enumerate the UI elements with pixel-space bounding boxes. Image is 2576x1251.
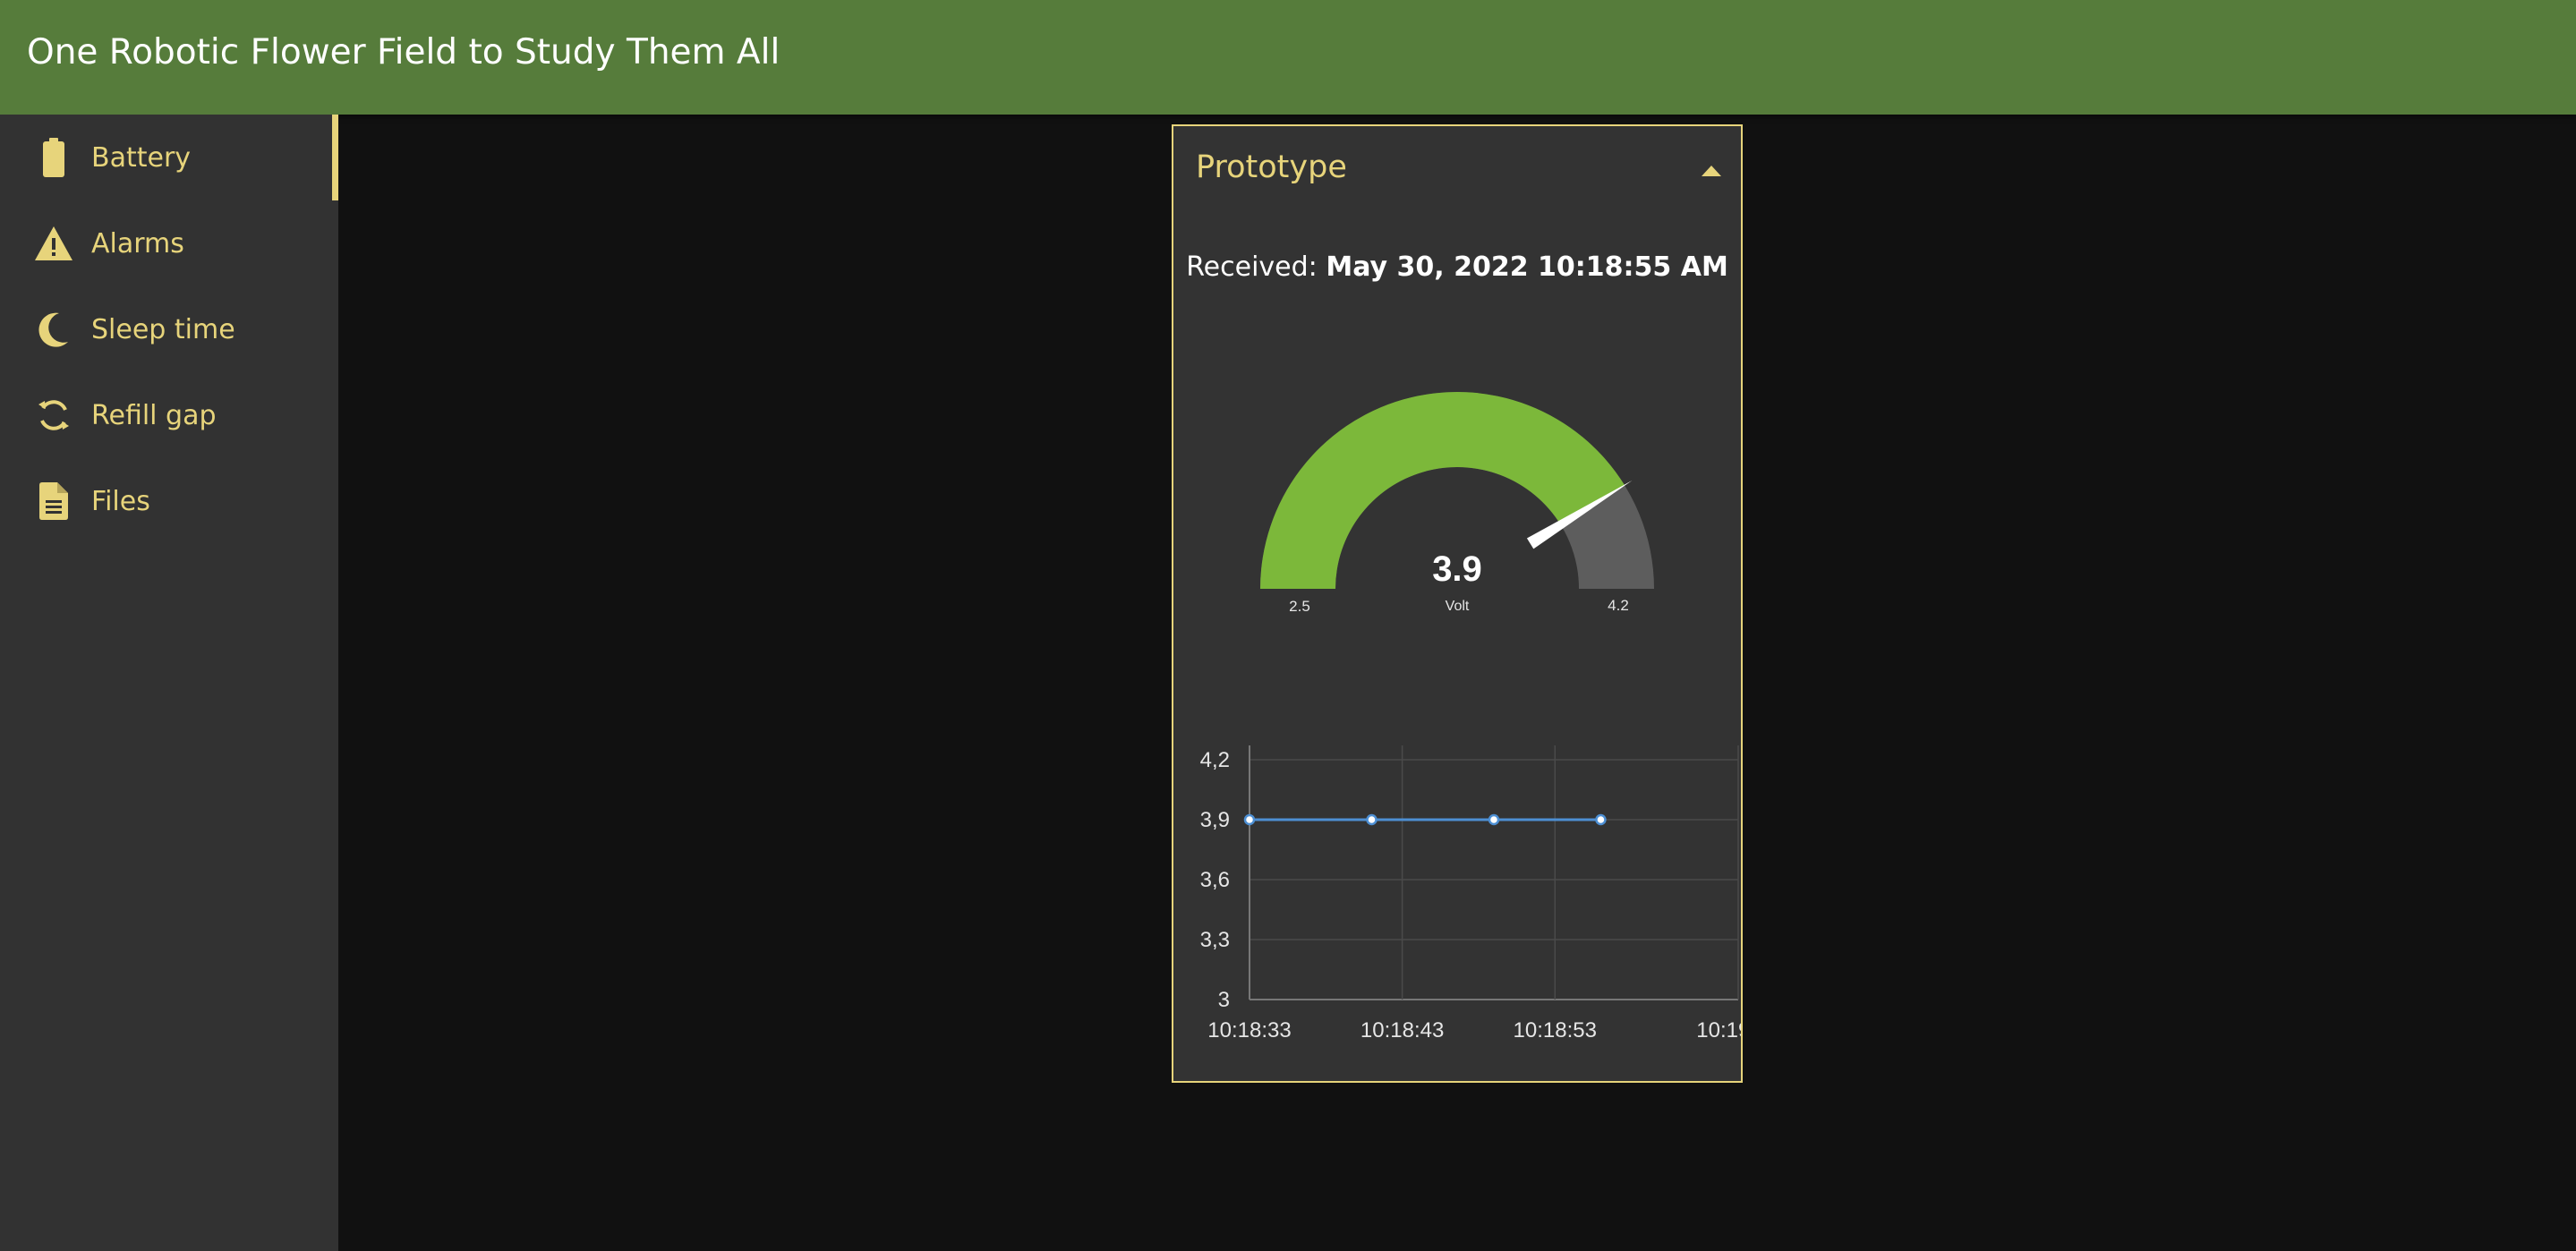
received-timestamp: Received: May 30, 2022 10:18:55 AM [1173,251,1741,283]
gauge-max-label: 4.2 [1608,597,1629,614]
data-point [1366,813,1378,826]
y-tick-label: 4,2 [1200,748,1230,772]
app-title: One Robotic Flower Field to Study Them A… [27,32,780,72]
received-label: Received: [1186,251,1318,283]
prototype-card: Prototype Received: May 30, 2022 10:18:5… [1172,124,1743,1083]
chevron-up-icon [1702,166,1721,176]
card-title: Prototype [1196,149,1347,185]
x-tick-label: 10:19:05 [1696,1018,1741,1039]
sidebar-item-files[interactable]: Files [0,458,338,544]
sidebar-item-label: Alarms [91,227,184,260]
gauge-unit: Volt [1446,599,1470,614]
warning-icon [32,222,75,265]
collapse-button[interactable] [1698,158,1725,182]
data-point [1595,813,1607,826]
moon-icon [32,308,75,351]
y-tick-label: 3,9 [1200,808,1230,832]
sidebar: Battery Alarms Sleep time Refill gap Fil… [0,115,338,1251]
x-tick-label: 10:18:43 [1361,1018,1444,1039]
data-point [1488,813,1500,826]
sidebar-item-sleep-time[interactable]: Sleep time [0,286,338,372]
x-tick-label: 10:18:33 [1207,1018,1291,1039]
voltage-line-chart: 3 3,3 3,6 3,9 4,2 10:18:33 10:18:43 10:18:53 10:… [1200,745,1741,1039]
sidebar-item-refill-gap[interactable]: Refill gap [0,372,338,458]
y-tick-label: 3,6 [1200,868,1230,892]
x-tick-label: 10:18:53 [1514,1018,1597,1039]
refresh-icon [32,394,75,437]
file-icon [32,480,75,523]
gauge-value: 3.9 [1432,549,1482,589]
sidebar-item-battery[interactable]: Battery [0,115,338,200]
y-tick-label: 3,3 [1200,928,1230,952]
voltage-gauge: 3.9 Volt 2.5 4.2 [1260,392,1654,615]
sidebar-item-alarms[interactable]: Alarms [0,200,338,286]
sidebar-item-label: Files [91,485,150,517]
app-header: One Robotic Flower Field to Study Them A… [0,0,2576,115]
sidebar-item-label: Sleep time [91,313,235,345]
received-value: May 30, 2022 10:18:55 AM [1326,251,1728,283]
gauge-min-label: 2.5 [1289,598,1310,615]
y-tick-label: 3 [1218,988,1230,1012]
sidebar-item-label: Refill gap [91,399,217,431]
data-point [1243,813,1256,826]
battery-icon [32,136,75,179]
sidebar-item-label: Battery [91,141,192,174]
